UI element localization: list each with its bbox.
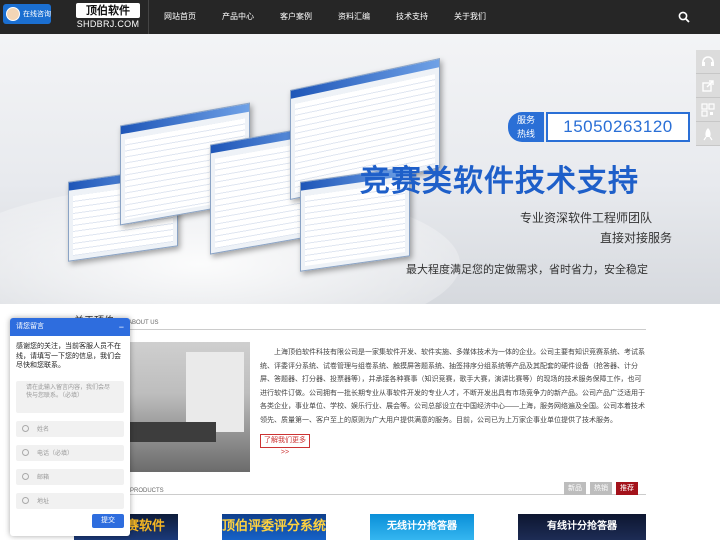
online-chat-badge[interactable]: 在线咨询 <box>3 4 51 24</box>
hotline-label: 服务 热线 <box>508 112 544 142</box>
submit-button[interactable]: 提交 <box>92 514 124 528</box>
qrcode-icon[interactable] <box>696 98 720 122</box>
products-title-en: PRODUCTS <box>130 488 164 494</box>
about-title-en: ABOUT US <box>128 320 159 326</box>
address-field-placeholder: 地址 <box>37 499 50 505</box>
hotline-label-line2: 热线 <box>516 129 535 139</box>
top-nav-bar: 在线咨询 顶伯软件 SHDBRJ.COM 网站首页 产品中心 客户案例 资料汇编… <box>0 0 720 34</box>
banner-tagline-3: 最大程度满足您的定做需求，省时省力，安全稳定 <box>406 263 648 276</box>
message-textarea[interactable]: 请在此输入留言内容，我们会尽快与您联系。（必填） <box>16 380 124 413</box>
hero-banner[interactable]: 服务 热线 15050263120 竞赛类软件技术支持 专业资深软件工程师团队 … <box>0 34 720 304</box>
site-logo[interactable]: 顶伯软件 SHDBRJ.COM <box>76 3 140 31</box>
nav-item-products[interactable]: 产品中心 <box>222 0 280 34</box>
chat-notice: 感谢您的关注，当前客服人员不在线，请填写一下您的信息，我们会尽快和您联系。 <box>16 343 121 369</box>
banner-slogan: 竞赛类软件技术支持 <box>360 164 639 199</box>
email-field[interactable]: 邮箱 <box>16 468 124 485</box>
mail-icon <box>22 473 29 480</box>
name-field-placeholder: 姓名 <box>37 427 50 433</box>
search-icon[interactable] <box>678 11 690 23</box>
chat-panel-header: 请您留言 − <box>10 318 130 336</box>
chat-badge-label: 在线咨询 <box>23 11 51 18</box>
photo-window <box>186 352 244 432</box>
location-icon <box>22 497 29 504</box>
banner-tagline-1: 专业资深软件工程师团队 <box>520 211 653 225</box>
product-thumb[interactable]: 顶伯评委评分系统 <box>222 514 326 540</box>
nav-divider <box>148 0 149 34</box>
about-section-header <box>74 314 646 330</box>
address-field[interactable]: 地址 <box>16 492 124 509</box>
main-nav: 网站首页 产品中心 客户案例 资料汇编 技术支持 关于我们 <box>164 0 512 34</box>
nav-item-home[interactable]: 网站首页 <box>164 0 222 34</box>
hotline-label-line1: 服务 <box>516 115 535 125</box>
products-section-header <box>74 494 646 495</box>
nav-item-cases[interactable]: 客户案例 <box>280 0 338 34</box>
phone-field[interactable]: 电话（必填） <box>16 444 124 461</box>
learn-more-button[interactable]: 了解我们更多>> <box>260 434 310 456</box>
nav-item-support[interactable]: 技术支持 <box>396 0 454 34</box>
nav-item-resources[interactable]: 资料汇编 <box>338 0 396 34</box>
phone-icon <box>22 449 29 456</box>
product-thumb[interactable]: 有线计分抢答器 <box>518 514 646 540</box>
logo-domain: SHDBRJ.COM <box>76 19 140 29</box>
about-description: 上海顶伯软件科技有限公司是一家集软件开发、软件实施、多媒体技术为一体的企业。公司… <box>260 349 645 424</box>
tab-new[interactable]: 新品 <box>564 482 586 495</box>
name-field[interactable]: 姓名 <box>16 420 124 437</box>
right-float-bar <box>696 50 720 146</box>
logo-text: 顶伯软件 <box>76 3 140 18</box>
rocket-icon[interactable] <box>696 122 720 146</box>
minimize-button[interactable]: − <box>119 318 124 336</box>
product-thumbnails: 知识竞赛软件 顶伯评委评分系统 无线计分抢答器 有线计分抢答器 <box>74 514 646 540</box>
phone-field-placeholder: 电话（必填） <box>37 451 74 457</box>
email-field-placeholder: 邮箱 <box>37 475 50 481</box>
products-tabs: 新品 热销 推荐 <box>564 482 638 495</box>
tab-recommend[interactable]: 推荐 <box>616 482 638 495</box>
leave-message-panel: 请您留言 − 感谢您的关注，当前客服人员不在线，请填写一下您的信息，我们会尽快和… <box>10 318 130 536</box>
agent-avatar <box>6 7 20 21</box>
user-icon <box>22 425 29 432</box>
headset-icon[interactable] <box>696 50 720 74</box>
product-thumb[interactable]: 无线计分抢答器 <box>370 514 474 540</box>
share-icon[interactable] <box>696 74 720 98</box>
chat-panel-title: 请您留言 <box>16 323 44 330</box>
banner-tagline-2: 直接对接服务 <box>600 231 673 245</box>
nav-item-about[interactable]: 关于我们 <box>454 0 512 34</box>
tab-hot[interactable]: 热销 <box>590 482 612 495</box>
hotline-number: 15050263120 <box>546 112 690 142</box>
